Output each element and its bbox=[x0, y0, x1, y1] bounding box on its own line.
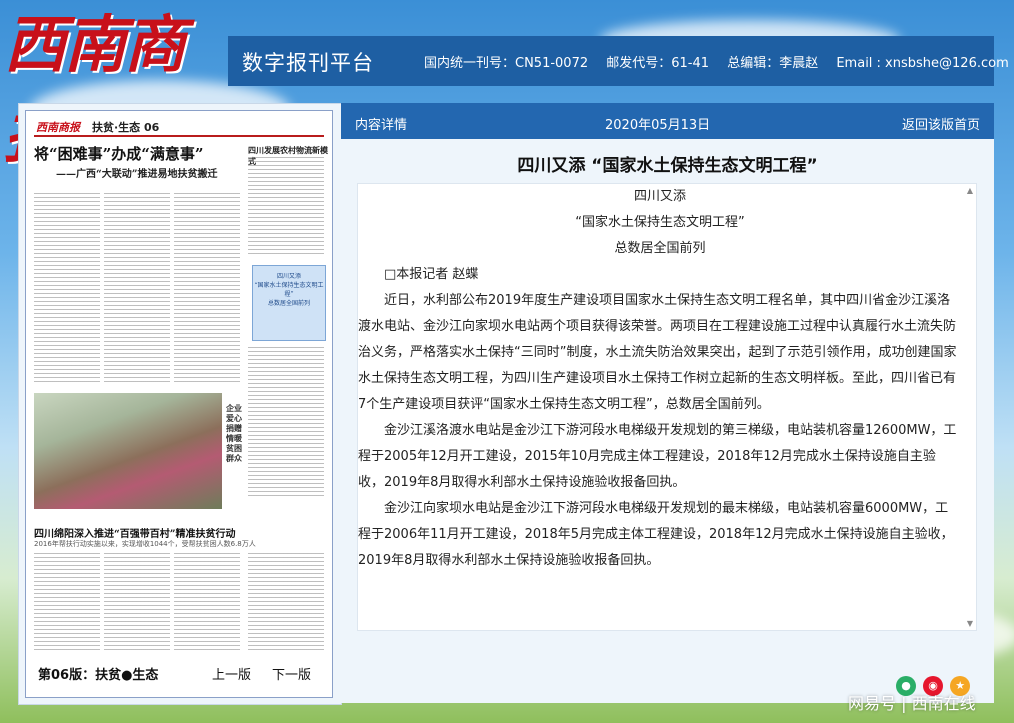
article-body: 四川又添 “国家水土保持生态文明工程” 总数居全国前列 □本报记者 赵蝶 近日，… bbox=[358, 184, 962, 630]
text-column bbox=[248, 347, 324, 497]
newspaper-headline[interactable]: 将“困难事”办成“满意事” bbox=[34, 143, 204, 164]
bottom-subheadline: 2016年帮扶行动实施以来，实现增收1044个，受帮扶贫困人数6.8万人 bbox=[34, 540, 256, 548]
article-lead-line: 总数居全国前列 bbox=[614, 241, 706, 256]
text-column bbox=[104, 553, 170, 653]
postal-code: 邮发代号：61-41 bbox=[606, 56, 710, 71]
newspaper-logo: 西南商报 bbox=[36, 121, 80, 134]
highlight-line-1: 四川又添 bbox=[276, 273, 301, 280]
next-page-link[interactable]: 下一版 bbox=[272, 664, 311, 683]
article-lead-line: “国家水土保持生态文明工程” bbox=[575, 215, 745, 230]
header-bar: 数字报刊平台 国内统一刊号：CN51-0072 邮发代号：61-41 总编辑：李… bbox=[228, 36, 1009, 86]
scroll-up-arrow-icon[interactable]: ▲ bbox=[967, 186, 973, 195]
text-column bbox=[174, 553, 240, 653]
bottom-headline[interactable]: 四川绵阳深入推进“百强带百村”精准扶贫行动 bbox=[34, 525, 236, 540]
text-column bbox=[248, 553, 324, 653]
detail-bar: 内容详情 2020年05月13日 返回该版首页 bbox=[341, 103, 994, 139]
detail-label: 内容详情 bbox=[355, 118, 408, 133]
watermark: 网易号 | 西南在线 bbox=[848, 694, 976, 713]
reporter-byline: □本报记者 赵蝶 bbox=[384, 267, 479, 282]
article-title: 四川又添 “国家水土保持生态文明工程” bbox=[517, 156, 818, 176]
article-paragraph: 金沙江向家坝水电站是金沙江下游河段水电梯级开发规划的最末梯级，电站装机容量600… bbox=[358, 501, 954, 568]
email[interactable]: Email : xnsbshe@126.com bbox=[836, 56, 1008, 71]
platform-title: 数字报刊平台 bbox=[242, 51, 374, 75]
newspaper-masthead: 西南商报 扶贫·生态 06 bbox=[34, 117, 324, 137]
scrollbar[interactable]: ▲ ▼ bbox=[962, 184, 976, 630]
highlight-line-3: 总数居全国前列 bbox=[267, 300, 310, 307]
scroll-down-arrow-icon[interactable]: ▼ bbox=[967, 619, 973, 628]
highlight-line-2: “国家水土保持生态文明工程” bbox=[254, 282, 324, 298]
text-column bbox=[174, 193, 240, 383]
article-paragraph: 金沙江溪洛渡水电站是金沙江下游河段水电梯级开发规划的第三梯级，电站装机容量126… bbox=[358, 423, 957, 490]
highlighted-article[interactable]: 四川又添 “国家水土保持生态文明工程” 总数居全国前列 bbox=[252, 265, 326, 341]
newspaper-subheadline: ——广西“大联动”推进易地扶贫搬迁 bbox=[56, 169, 218, 180]
photo-caption-title[interactable]: 企业爱心捐赠 情暖贫困群众 bbox=[226, 403, 244, 463]
newspaper-page-image[interactable]: 西南商报 扶贫·生态 06 将“困难事”办成“满意事” ——广西“大联动”推进易… bbox=[25, 110, 333, 698]
article-content[interactable]: 四川又添 “国家水土保持生态文明工程” 总数居全国前列 □本报记者 赵蝶 近日，… bbox=[357, 183, 977, 631]
highlight-title: 四川又添 “国家水土保持生态文明工程” 总数居全国前列 bbox=[253, 266, 325, 308]
site-logo: 西南商报 bbox=[4, 8, 186, 171]
newspaper-section: 扶贫·生态 06 bbox=[92, 121, 160, 134]
article-lead-line: 四川又添 bbox=[633, 189, 686, 204]
issue-date: 2020年05月13日 bbox=[605, 118, 711, 133]
text-column bbox=[248, 157, 324, 257]
text-column bbox=[34, 553, 100, 653]
header-info: 国内统一刊号：CN51-0072 邮发代号：61-41 总编辑：李晨赵 Emai… bbox=[424, 52, 1014, 71]
newspaper-panel: 西南商报 扶贫·生态 06 将“困难事”办成“满意事” ——广西“大联动”推进易… bbox=[18, 103, 342, 705]
text-column bbox=[34, 193, 100, 383]
editor: 总编辑：李晨赵 bbox=[727, 56, 819, 71]
back-to-page-link[interactable]: 返回该版首页 bbox=[902, 114, 980, 133]
page-label: 第06版：扶贫●生态 bbox=[38, 668, 159, 683]
prev-page-link[interactable]: 上一版 bbox=[212, 664, 251, 683]
article-panel: 内容详情 2020年05月13日 返回该版首页 四川又添 “国家水土保持生态文明… bbox=[341, 103, 994, 703]
newspaper-photo bbox=[34, 393, 222, 509]
cn-number: 国内统一刊号：CN51-0072 bbox=[424, 56, 589, 71]
article-paragraph: 近日，水利部公布2019年度生产建设项目国家水土保持生态文明工程名单，其中四川省… bbox=[358, 293, 957, 412]
text-column bbox=[104, 193, 170, 383]
page-navigation: 第06版：扶贫●生态 上一版 下一版 bbox=[34, 661, 324, 685]
